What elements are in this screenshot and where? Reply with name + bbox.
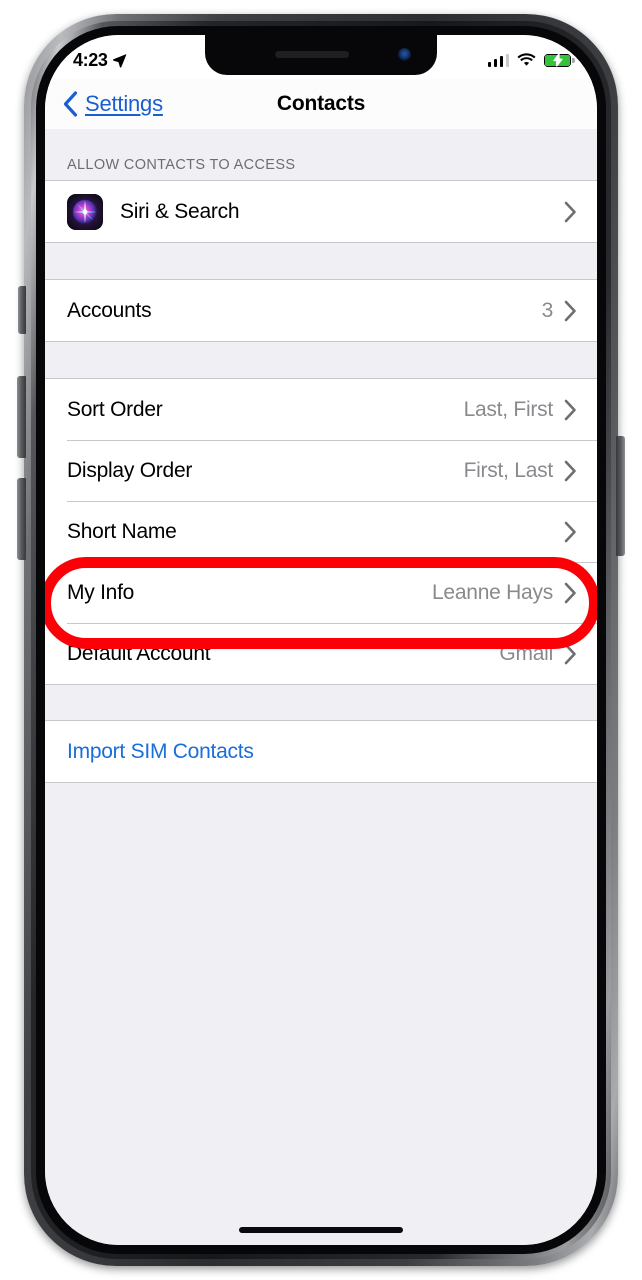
chevron-right-icon <box>564 582 576 603</box>
settings-row-label: Display Order <box>67 458 193 482</box>
location-arrow-icon <box>113 53 127 68</box>
settings-row-value: Last, First <box>463 397 554 421</box>
status-bar-left: 4:23 <box>73 50 127 71</box>
settings-row-label: Siri & Search <box>120 199 240 223</box>
settings-row-sort-order[interactable]: Sort Order Last, First <box>45 379 597 440</box>
status-bar-clock: 4:23 <box>73 49 108 70</box>
settings-row-label: Accounts <box>67 298 152 322</box>
settings-list[interactable]: ALLOW CONTACTS TO ACCESS Siri & Search A… <box>45 129 597 1245</box>
settings-group-name-format: Sort Order Last, First Display Order Fir… <box>45 378 597 685</box>
chevron-right-icon <box>564 460 576 481</box>
display-notch <box>205 35 437 75</box>
settings-row-label: Short Name <box>67 519 177 543</box>
front-camera-icon <box>398 48 411 61</box>
settings-row-accounts[interactable]: Accounts 3 <box>45 280 597 341</box>
chevron-right-icon <box>564 521 576 542</box>
settings-row-label: Default Account <box>67 641 211 665</box>
status-bar-right <box>487 53 575 67</box>
settings-group-import: Import SIM Contacts <box>45 720 597 783</box>
back-button[interactable]: Settings <box>45 91 163 117</box>
section-gap <box>45 685 597 720</box>
volume-up-button[interactable] <box>17 376 26 458</box>
settings-row-value: 3 <box>541 298 554 322</box>
home-indicator[interactable] <box>239 1227 403 1233</box>
screenshot-stage: 4:23 Settings Contacts ALLOW CONTACTS TO… <box>0 0 642 1280</box>
chevron-right-icon <box>564 399 576 420</box>
wifi-icon <box>517 53 536 66</box>
settings-group-accounts: Accounts 3 <box>45 279 597 342</box>
settings-group-allow-access: Siri & Search <box>45 180 597 243</box>
siri-icon <box>67 193 103 230</box>
battery-charging-icon <box>544 53 575 67</box>
volume-down-button[interactable] <box>17 478 26 560</box>
section-gap <box>45 243 597 279</box>
settings-row-my-info[interactable]: My Info Leanne Hays <box>45 562 597 623</box>
settings-row-label: My Info <box>67 580 135 604</box>
cellular-signal-icon <box>487 53 509 67</box>
settings-row-import-sim-contacts[interactable]: Import SIM Contacts <box>45 721 597 782</box>
settings-row-default-account[interactable]: Default Account Gmail <box>45 623 597 684</box>
chevron-right-icon <box>564 300 576 321</box>
earpiece-speaker-icon <box>275 51 350 58</box>
chevron-left-icon <box>63 91 78 117</box>
chevron-right-icon <box>564 201 576 222</box>
settings-row-value: Leanne Hays <box>431 580 553 604</box>
charging-bolt-icon <box>552 53 563 67</box>
chevron-right-icon <box>564 643 576 664</box>
back-button-label: Settings <box>85 91 163 116</box>
settings-row-siri-and-search[interactable]: Siri & Search <box>45 181 597 242</box>
settings-row-value: Gmail <box>499 641 553 665</box>
section-header-allow-access: ALLOW CONTACTS TO ACCESS <box>67 157 296 173</box>
phone-screen: 4:23 Settings Contacts ALLOW CONTACTS TO… <box>45 35 597 1245</box>
settings-row-label: Sort Order <box>67 397 163 421</box>
settings-row-short-name[interactable]: Short Name <box>45 501 597 562</box>
navigation-bar: Settings Contacts <box>45 79 597 129</box>
settings-row-display-order[interactable]: Display Order First, Last <box>45 440 597 501</box>
settings-row-label: Import SIM Contacts <box>67 739 254 763</box>
section-gap <box>45 342 597 378</box>
mute-switch-button[interactable] <box>18 286 26 334</box>
power-button[interactable] <box>616 436 625 556</box>
settings-row-value: First, Last <box>463 458 554 482</box>
